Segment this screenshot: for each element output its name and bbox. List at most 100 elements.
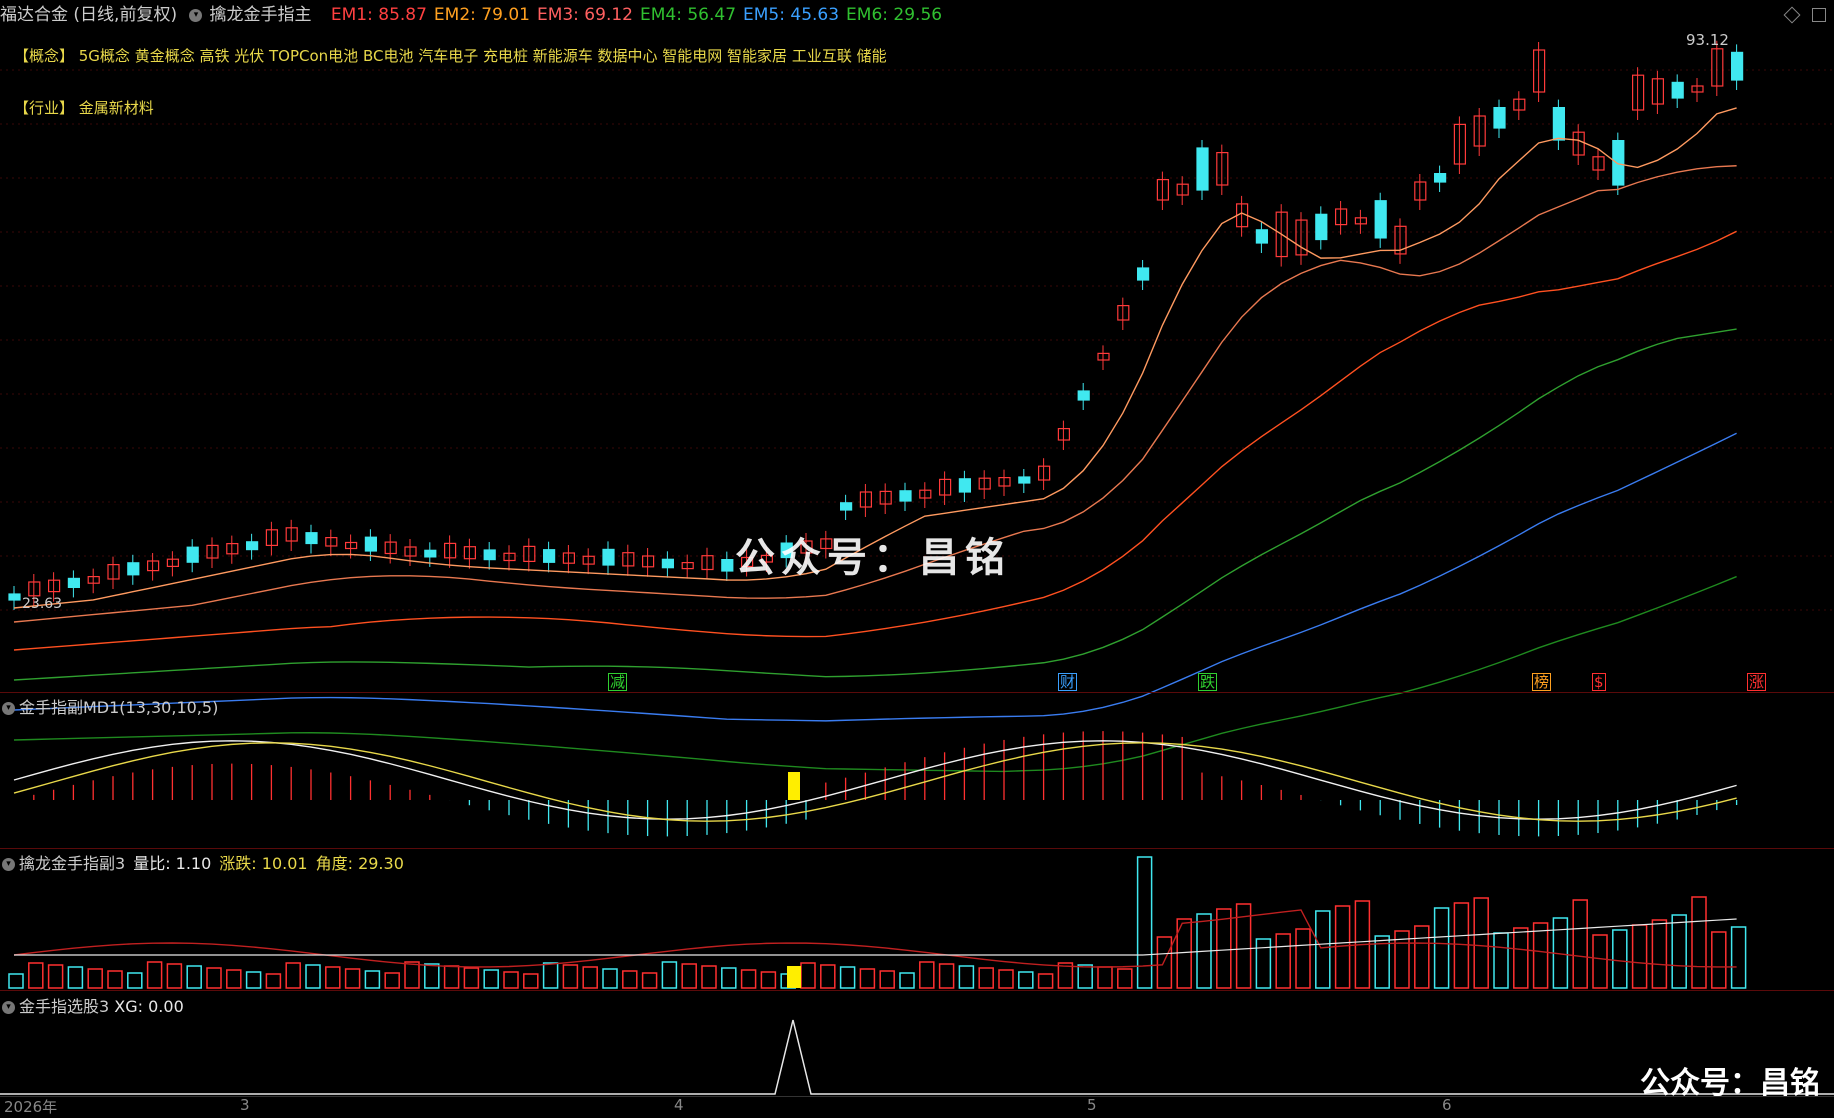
candle <box>364 536 377 552</box>
volume-bar <box>820 964 836 989</box>
volume-bar <box>1473 897 1489 989</box>
toggle-icon[interactable]: ▾ <box>2 702 15 715</box>
volume-bar <box>958 965 975 989</box>
xaxis-label-4: 4 <box>674 1096 684 1114</box>
volume-bar <box>1077 964 1093 989</box>
toggle-icon[interactable]: ▾ <box>2 1001 15 1014</box>
volume-bar <box>186 965 202 989</box>
candle <box>1493 106 1506 129</box>
volume-bar <box>899 972 915 989</box>
volume-bar <box>503 971 519 989</box>
volume-bar <box>721 967 737 989</box>
panel-divider <box>0 848 1834 849</box>
panel4-title[interactable]: ▾ 金手指选股3 XG: 0.00 <box>2 993 184 1017</box>
volume-bar <box>641 972 658 989</box>
candle <box>602 548 615 566</box>
volume-bar <box>1671 914 1687 989</box>
volume-bar <box>67 966 84 989</box>
volume-bar <box>622 970 638 989</box>
volume-bar <box>424 963 440 989</box>
volume-bar <box>1097 966 1113 989</box>
panel3-value-3: 角度: 29.30 <box>315 854 404 873</box>
volume-bar <box>1117 968 1133 989</box>
volume-bar <box>285 962 301 989</box>
candle <box>1433 173 1447 183</box>
signal-marker[interactable]: 榜 <box>1532 673 1552 691</box>
moving-average-line <box>13 230 1737 651</box>
candle <box>1136 267 1150 281</box>
xg-signal-line <box>0 1019 1834 1095</box>
panel3-value-1: 量比: 1.10 <box>133 854 212 873</box>
volume-bar <box>740 969 757 989</box>
volume-bar <box>1315 910 1331 989</box>
panel-divider <box>0 692 1834 693</box>
osc-line <box>13 740 1737 820</box>
volume-bar <box>701 965 717 989</box>
candle <box>1730 51 1744 81</box>
candle <box>305 532 318 545</box>
volume-bar <box>1414 925 1430 989</box>
candle <box>1612 140 1625 186</box>
watermark-corner: 公众号：昌铭 <box>1640 1066 1820 1101</box>
candle <box>839 502 853 511</box>
volume-bar <box>1037 973 1054 989</box>
signal-marker[interactable]: 跌 <box>1198 673 1218 691</box>
signal-marker[interactable]: 涨 <box>1747 673 1767 691</box>
panel2-title[interactable]: ▾ 金手指副MD1(13,30,10,5) <box>2 694 218 718</box>
candle <box>1018 476 1031 484</box>
volume-bar <box>226 969 242 989</box>
candle <box>1671 81 1684 99</box>
xaxis-line <box>0 1096 1834 1097</box>
volume-bar <box>166 963 183 989</box>
xaxis-label-3: 3 <box>240 1096 250 1114</box>
candle <box>661 558 675 569</box>
signal-marker[interactable]: $ <box>1592 673 1606 691</box>
price-low-label: 23.63 <box>22 596 63 612</box>
volume-bar <box>879 970 895 989</box>
volume-bar <box>1572 899 1588 989</box>
volume-bar <box>443 965 460 989</box>
volume-bar <box>1216 908 1232 989</box>
volume-bar <box>1493 932 1509 989</box>
volume-bar <box>344 968 361 989</box>
volume-bar <box>919 961 935 989</box>
volume-bar <box>1651 919 1668 989</box>
volume-bar <box>582 966 598 989</box>
xaxis-label-year: 2026年 <box>4 1098 58 1116</box>
volume-bar <box>325 966 341 989</box>
volume-bar <box>1631 924 1648 989</box>
signal-marker[interactable]: 财 <box>1058 673 1078 691</box>
moving-average-line <box>13 328 1737 681</box>
price-high-label: 93.12 <box>1686 31 1729 49</box>
volume-bar <box>146 961 163 989</box>
volume-bar <box>1156 936 1173 989</box>
volume-bar <box>87 968 103 989</box>
volume-bar <box>463 967 480 989</box>
volume-bar <box>404 961 420 989</box>
panel3-value-2: 涨跌: 10.01 <box>219 854 308 873</box>
volume-bar <box>1295 928 1311 989</box>
xaxis-label-5: 5 <box>1087 1096 1097 1114</box>
candle <box>721 558 734 572</box>
volume-bar <box>305 964 321 989</box>
candle <box>424 549 437 558</box>
volume-bar <box>1433 907 1450 989</box>
volume-bar <box>107 970 123 989</box>
panel-divider <box>0 990 1834 991</box>
volume-bar <box>1532 922 1549 989</box>
volume-bar <box>1453 902 1470 989</box>
candle <box>8 593 21 601</box>
volume-bar <box>661 961 678 989</box>
volume-bar <box>28 962 44 989</box>
volume-bar <box>364 970 381 989</box>
signal-marker[interactable]: 减 <box>608 673 628 691</box>
volume-bar <box>265 973 282 989</box>
volume-bar <box>1513 927 1529 989</box>
candle <box>1196 147 1209 191</box>
volume-bar <box>602 968 618 989</box>
candle <box>1077 390 1090 401</box>
toggle-icon[interactable]: ▾ <box>2 858 15 871</box>
volume-bar <box>1136 856 1153 989</box>
volume-ratio-line <box>13 909 1737 968</box>
panel3-title[interactable]: ▾ 擒龙金手指副3 量比: 1.10 涨跌: 10.01 角度: 29.30 <box>2 850 404 874</box>
